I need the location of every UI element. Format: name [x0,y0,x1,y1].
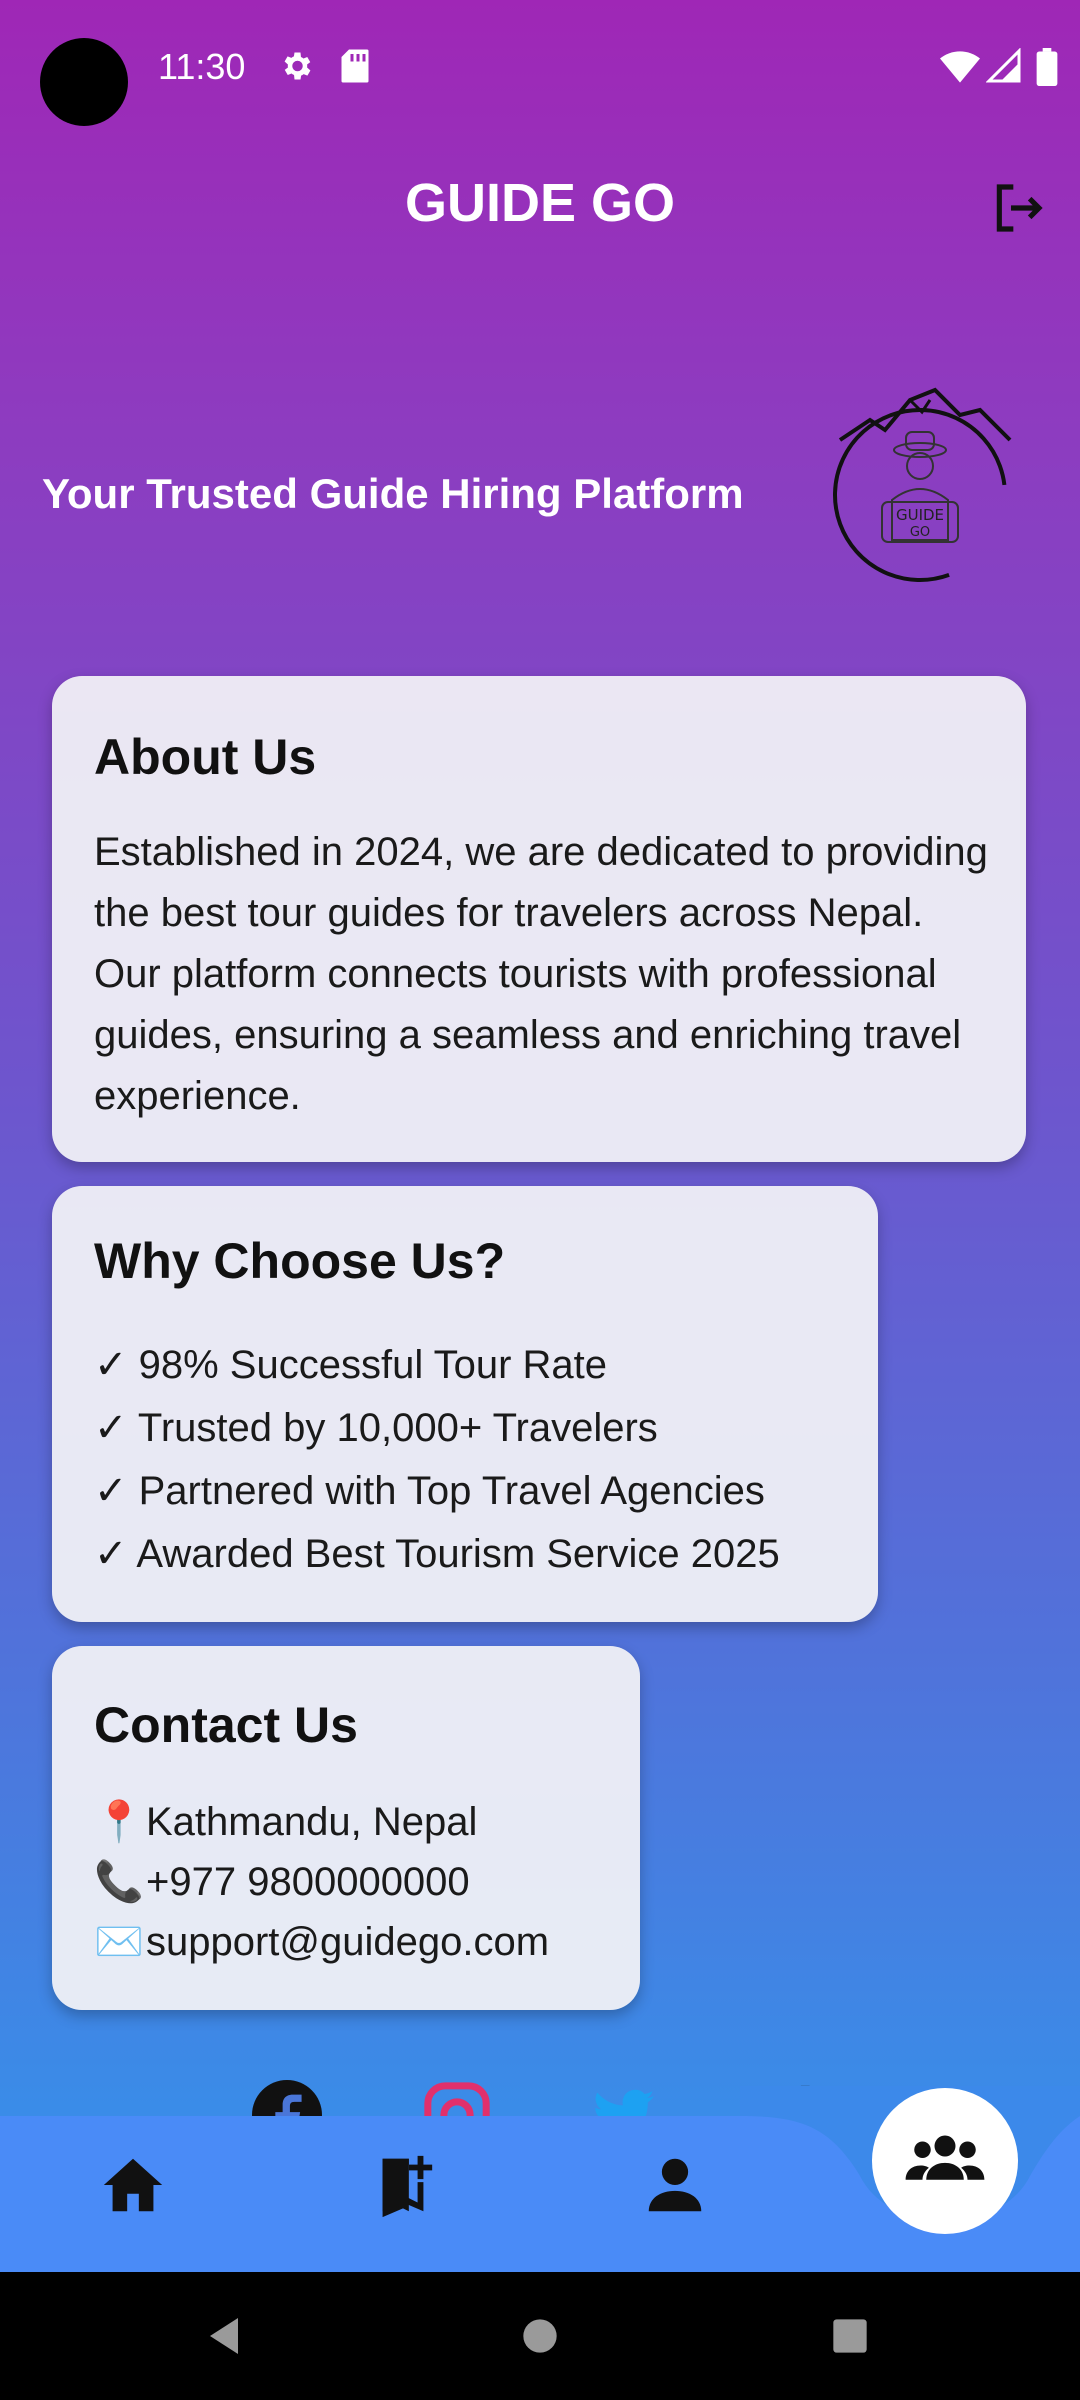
group-icon [905,2135,985,2180]
why-item: ✓ Awarded Best Tourism Service 2025 [94,1532,780,1576]
signal-icon [986,48,1021,83]
tagline: Your Trusted Guide Hiring Platform [42,470,744,517]
about-heading: About Us [94,729,317,785]
why-heading: Why Choose Us? [94,1233,506,1289]
person-icon[interactable] [640,2150,710,2220]
status-bar: 11:30 [0,0,1080,140]
contact-email[interactable]: ✉️support@guidego.com [94,1912,549,1972]
home-icon[interactable] [98,2150,168,2220]
status-time: 11:30 [158,46,246,87]
bookmark-add-icon[interactable] [368,2150,438,2220]
pin-icon: 📍 [94,1800,144,1844]
svg-text:GO: GO [910,525,930,540]
camera-cutout [40,38,128,126]
phone-text: +977 9800000000 [146,1860,470,1904]
sd-card-icon [341,49,369,83]
about-card: About Us Established in 2024, we are ded… [52,676,1026,1162]
svg-text:GUIDE: GUIDE [896,506,944,524]
why-list: ✓ 98% Successful Tour Rate ✓ Trusted by … [94,1334,780,1586]
home-circle-icon[interactable] [520,2316,560,2356]
phone-icon: 📞 [94,1860,144,1904]
battery-icon [1036,48,1058,86]
about-body: Established in 2024, we are dedicated to… [94,830,988,1118]
contact-phone[interactable]: 📞+977 9800000000 [94,1852,549,1912]
app-title: GUIDE GO [404,173,676,233]
settings-icon [284,52,311,80]
wifi-icon [940,51,980,83]
why-card: Why Choose Us? ✓ 98% Successful Tour Rat… [52,1186,878,1622]
contact-location: 📍Kathmandu, Nepal [94,1792,549,1852]
recents-icon[interactable] [830,2316,870,2356]
why-item: ✓ Partnered with Top Travel Agencies [94,1469,765,1513]
location-text: Kathmandu, Nepal [146,1800,478,1844]
email-icon: ✉️ [94,1920,144,1964]
why-item: ✓ 98% Successful Tour Rate [94,1343,608,1387]
logout-icon[interactable] [990,180,1046,236]
why-item: ✓ Trusted by 10,000+ Travelers [94,1406,658,1450]
system-nav-bar [0,2272,1080,2400]
back-icon[interactable] [200,2312,248,2360]
email-text: support@guidego.com [146,1920,550,1964]
contact-card: Contact Us 📍Kathmandu, Nepal 📞+977 98000… [52,1646,640,2010]
guide-go-logo: GUIDE GO [833,387,1012,582]
contact-heading: Contact Us [94,1697,358,1753]
